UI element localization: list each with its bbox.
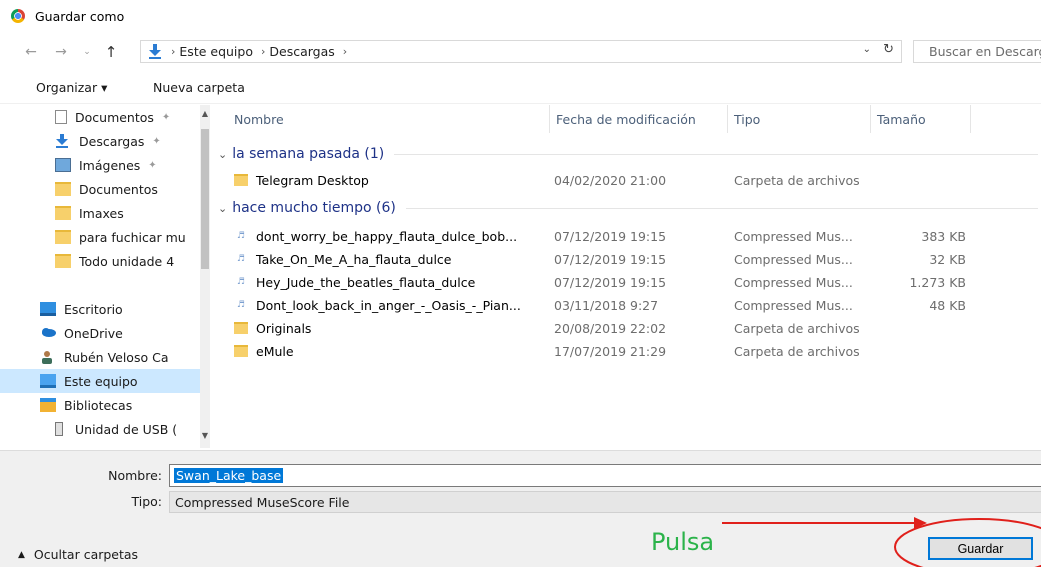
annotation-overlay bbox=[722, 517, 1041, 567]
annotation-arrow bbox=[722, 517, 927, 529]
